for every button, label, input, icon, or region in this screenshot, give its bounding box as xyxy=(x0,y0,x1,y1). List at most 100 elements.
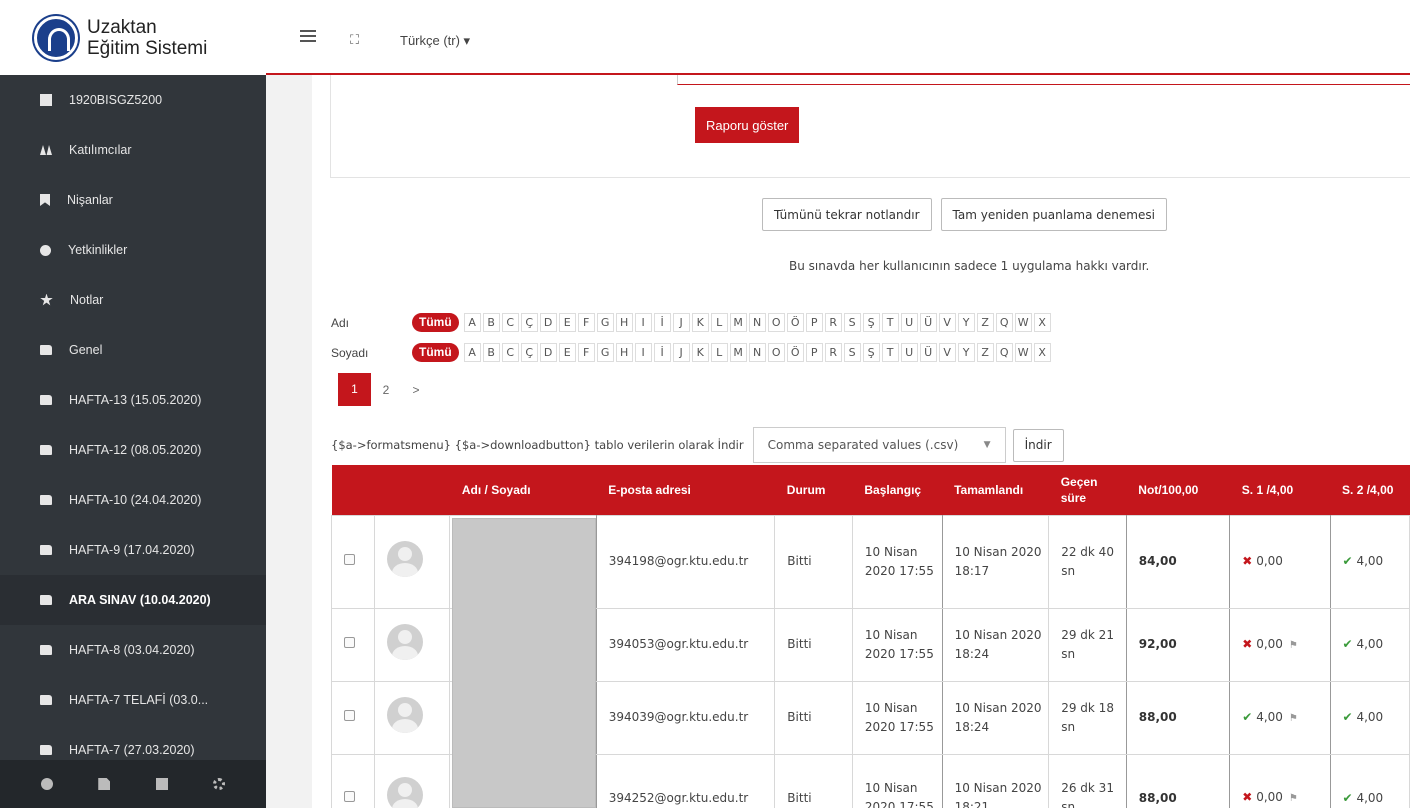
initial-letter[interactable]: Ç xyxy=(520,313,538,332)
user-avatar-icon[interactable] xyxy=(386,696,423,733)
download-button[interactable]: İndir xyxy=(1012,428,1064,462)
q2-mark[interactable]: 4,00 xyxy=(1356,637,1383,651)
initial-letter[interactable]: L xyxy=(710,343,728,362)
initial-letter[interactable]: Y xyxy=(957,313,975,332)
initial-letter[interactable]: O xyxy=(767,343,785,362)
initial-letter[interactable]: Q xyxy=(995,313,1013,332)
initial-letter[interactable]: Ü xyxy=(919,343,937,362)
regrade-all-button[interactable]: Tümünü tekrar notlandır xyxy=(762,198,932,231)
initial-letter[interactable]: K xyxy=(691,313,709,332)
initial-letter[interactable]: H xyxy=(615,313,633,332)
gear-icon[interactable] xyxy=(213,778,226,790)
q1-mark[interactable]: 4,00 xyxy=(1256,710,1283,724)
initial-letter[interactable]: N xyxy=(748,343,766,362)
show-report-button[interactable]: Raporu göster xyxy=(695,107,800,143)
initial-letter[interactable]: M xyxy=(729,313,747,332)
column-header[interactable]: Adı / Soyadı xyxy=(449,465,597,515)
page-2[interactable]: 2 xyxy=(371,383,401,397)
initial-letter[interactable]: Z xyxy=(976,313,994,332)
sidebar-item[interactable]: HAFTA-9 (17.04.2020) xyxy=(0,525,266,575)
initial-letter[interactable]: X xyxy=(1033,343,1051,362)
initial-letter[interactable]: I xyxy=(634,343,652,362)
sidebar-item[interactable]: Katılımcılar xyxy=(0,125,266,175)
column-header[interactable]: S. 2 /4,00 xyxy=(1330,465,1410,515)
sidebar-item[interactable]: Nişanlar xyxy=(0,175,266,225)
q1-mark[interactable]: 0,00 xyxy=(1256,790,1283,804)
initial-letter[interactable]: F xyxy=(577,313,595,332)
q2-mark[interactable]: 4,00 xyxy=(1356,554,1383,568)
initial-letter[interactable]: İ xyxy=(653,313,671,332)
column-header[interactable]: Geçen süre xyxy=(1048,465,1127,515)
initial-letter[interactable]: V xyxy=(938,313,956,332)
initial-letter[interactable]: Ö xyxy=(786,343,804,362)
initial-letter[interactable]: T xyxy=(881,343,899,362)
sidebar-item[interactable]: HAFTA-12 (08.05.2020) xyxy=(0,425,266,475)
initial-letter[interactable]: P xyxy=(805,313,823,332)
sidebar-item[interactable]: 1920BISGZ5200 xyxy=(0,75,266,125)
initial-letter[interactable]: L xyxy=(710,313,728,332)
q1-mark[interactable]: 0,00 xyxy=(1256,637,1283,651)
finish-cell[interactable]: 10 Nisan 2020 18:24 xyxy=(941,680,1050,755)
initial-letter[interactable]: Y xyxy=(957,343,975,362)
grade-value[interactable]: 84,00 xyxy=(1139,554,1177,568)
dry-run-regrade-button[interactable]: Tam yeniden puanlama denemesi xyxy=(940,198,1167,231)
initial-letter[interactable]: Ç xyxy=(520,343,538,362)
finish-cell[interactable]: 10 Nisan 2020 18:24 xyxy=(941,607,1050,682)
initial-letter[interactable]: G xyxy=(596,343,614,362)
initial-letter[interactable]: R xyxy=(824,313,842,332)
initial-letter[interactable]: D xyxy=(539,313,557,332)
column-header[interactable]: Durum xyxy=(774,465,853,515)
chat-icon[interactable] xyxy=(40,778,53,790)
initial-letter[interactable]: Z xyxy=(976,343,994,362)
initial-letter[interactable]: U xyxy=(900,313,918,332)
initial-letter[interactable]: İ xyxy=(653,343,671,362)
q2-mark[interactable]: 4,00 xyxy=(1356,710,1383,724)
column-header[interactable]: Tamamlandı xyxy=(942,465,1049,515)
initial-letter[interactable]: Ö xyxy=(786,313,804,332)
download-format-select[interactable]: Comma separated values (.csv) ▼ xyxy=(752,427,1006,463)
save-icon[interactable] xyxy=(155,778,168,790)
q1-mark[interactable]: 0,00 xyxy=(1256,554,1283,568)
initial-letter[interactable]: D xyxy=(539,343,557,362)
row-checkbox[interactable] xyxy=(344,790,355,802)
row-checkbox[interactable] xyxy=(344,637,355,648)
language-selector[interactable]: Türkçe (tr) ▾ xyxy=(400,33,470,49)
row-checkbox[interactable] xyxy=(344,554,355,565)
initial-letter[interactable]: R xyxy=(824,343,842,362)
initial-letter[interactable]: B xyxy=(482,313,500,332)
column-header[interactable]: E-posta adresi xyxy=(596,465,775,515)
user-avatar-icon[interactable] xyxy=(386,623,423,660)
initial-letter[interactable]: C xyxy=(501,343,519,362)
initial-all[interactable]: Tümü xyxy=(412,343,459,362)
initial-letter[interactable]: P xyxy=(805,343,823,362)
sidebar-item[interactable]: HAFTA-13 (15.05.2020) xyxy=(0,375,266,425)
initial-letter[interactable]: Ü xyxy=(919,313,937,332)
sidebar-item[interactable]: Genel xyxy=(0,325,266,375)
grade-value[interactable]: 92,00 xyxy=(1139,637,1177,651)
column-header[interactable]: S. 1 /4,00 xyxy=(1229,465,1331,515)
sidebar-item[interactable]: HAFTA-10 (24.04.2020) xyxy=(0,475,266,525)
user-avatar-icon[interactable] xyxy=(386,777,423,808)
initial-letter[interactable]: J xyxy=(672,343,690,362)
grade-value[interactable]: 88,00 xyxy=(1139,710,1177,724)
expand-icon[interactable]: ⛶ xyxy=(350,33,361,48)
initial-all[interactable]: Tümü xyxy=(412,313,459,332)
initial-letter[interactable]: X xyxy=(1033,313,1051,332)
initial-letter[interactable]: Q xyxy=(995,343,1013,362)
grade-value[interactable]: 88,00 xyxy=(1139,791,1177,805)
initial-letter[interactable]: N xyxy=(748,313,766,332)
initial-letter[interactable]: A xyxy=(463,313,481,332)
initial-letter[interactable]: M xyxy=(729,343,747,362)
row-checkbox[interactable] xyxy=(344,710,355,721)
q2-mark[interactable]: 4,00 xyxy=(1356,791,1383,805)
initial-letter[interactable]: S xyxy=(843,343,861,362)
initial-letter[interactable]: C xyxy=(501,313,519,332)
site-logo[interactable]: Uzaktan Eğitim Sistemi xyxy=(0,0,266,75)
initial-letter[interactable]: K xyxy=(691,343,709,362)
initial-letter[interactable]: O xyxy=(767,313,785,332)
initial-letter[interactable]: U xyxy=(900,343,918,362)
initial-letter[interactable]: W xyxy=(1014,343,1032,362)
initial-letter[interactable]: B xyxy=(482,343,500,362)
sidebar-item[interactable]: ARA SINAV (10.04.2020) xyxy=(0,575,266,625)
hamburger-menu-icon[interactable] xyxy=(300,30,316,42)
